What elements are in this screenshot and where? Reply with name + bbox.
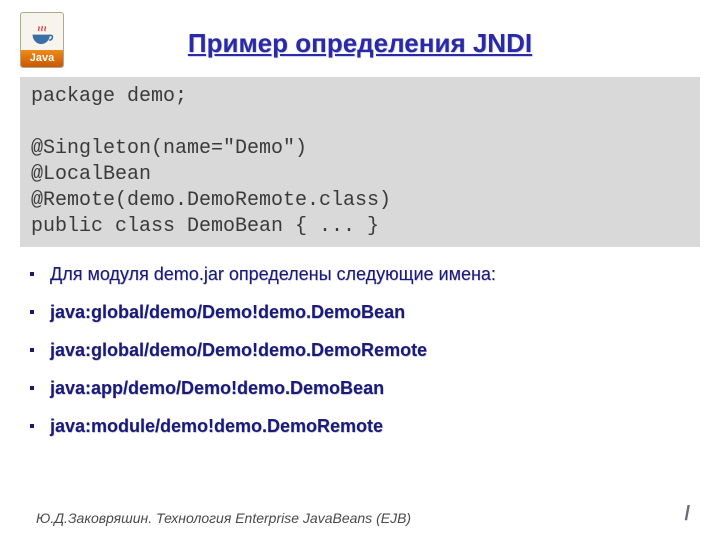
footer-author: Ю.Д.Заковряшин. Технология Enterprise Ja… <box>36 510 411 526</box>
list-item: java:global/demo/Demo!demo.DemoBean <box>36 301 700 323</box>
list-item: Для модуля demo.jar определены следующие… <box>36 263 700 285</box>
code-line: @Remote(demo.DemoRemote.class) <box>31 189 391 212</box>
footer-page-number: / <box>684 503 690 526</box>
code-block: package demo; @Singleton(name="Demo") @L… <box>20 77 700 247</box>
coffee-cup-icon <box>29 26 55 48</box>
code-line: package demo; <box>31 85 187 108</box>
code-line: @LocalBean <box>31 163 151 186</box>
java-logo-label: Java <box>21 50 63 67</box>
jndi-list: Для модуля demo.jar определены следующие… <box>36 263 700 437</box>
slide-footer: Ю.Д.Заковряшин. Технология Enterprise Ja… <box>36 503 690 526</box>
list-item: java:global/demo/Demo!demo.DemoRemote <box>36 339 700 361</box>
list-item: java:module/demo!demo.DemoRemote <box>36 415 700 437</box>
slide-title: Пример определения JNDI <box>0 0 720 59</box>
code-line: public class DemoBean { ... } <box>31 215 379 238</box>
java-logo: Java <box>20 12 64 68</box>
list-item: java:app/demo/Demo!demo.DemoBean <box>36 377 700 399</box>
code-line: @Singleton(name="Demo") <box>31 137 307 160</box>
